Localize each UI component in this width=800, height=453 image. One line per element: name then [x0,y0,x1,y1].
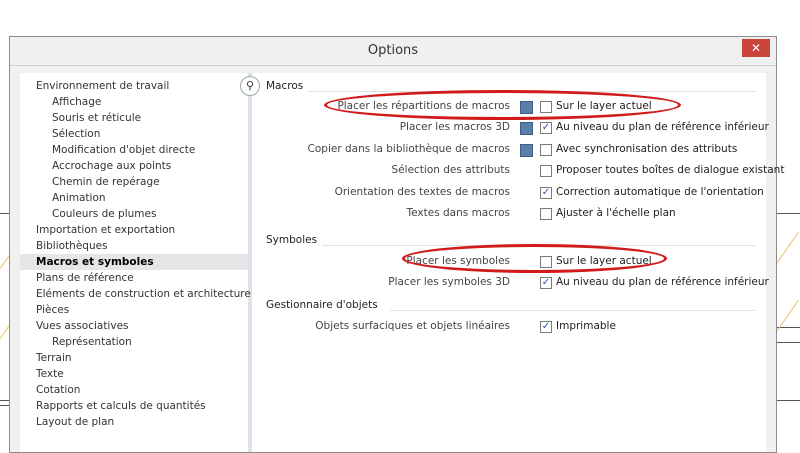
dialog-title: Options [367,43,419,58]
tree-item-plans[interactable]: Plans de référence [36,270,134,286]
checkbox-checked[interactable]: ✓ [540,321,552,333]
checkbox[interactable] [540,256,552,268]
tree-item-couleurs[interactable]: Couleurs de plumes [52,206,156,222]
background-line [0,213,9,214]
checkbox-label[interactable]: Sur le layer actuel [556,100,652,112]
checkbox[interactable] [540,208,552,220]
tree-item-accrochage[interactable]: Accrochage aux points [52,158,171,174]
checkbox-checked[interactable]: ✓ [540,277,552,289]
checkbox-label[interactable]: Au niveau du plan de référence inférieur [556,121,769,133]
tree-item-importation[interactable]: Importation et exportation [36,222,175,238]
background-line [777,327,800,328]
tree-item-vues[interactable]: Vues associatives [36,318,129,334]
tree-item-rapports[interactable]: Rapports et calculs de quantités [36,398,206,414]
tree-item-bibliotheques[interactable]: Bibliothèques [36,238,108,254]
background-line [777,400,800,401]
close-icon: ✕ [750,41,762,55]
info-icon[interactable] [520,122,533,135]
row-label: Placer les répartitions de macros [337,100,510,112]
settings-panel: Macros Placer les répartitions de macros… [256,73,784,452]
checkbox-label[interactable]: Correction automatique de l'orientation [556,186,764,198]
checkbox[interactable] [540,101,552,113]
tree-item-environnement[interactable]: Environnement de travail [36,78,169,94]
row-label: Sélection des attributs [391,164,510,176]
tree-item-modification[interactable]: Modification d'objet directe [52,142,195,158]
checkbox[interactable] [540,165,552,177]
tree-item-macros-symboles[interactable]: Macros et symboles [20,254,248,270]
tree-item-terrain[interactable]: Terrain [36,350,72,366]
background-line [777,213,800,214]
row-label: Textes dans macros [406,207,510,219]
options-dialog: Options ✕ Environnement de travail Affic… [9,36,784,453]
row-label: Copier dans la bibliothèque de macros [307,143,510,155]
section-divider [322,245,756,246]
section-divider [390,310,756,311]
tree-item-selection[interactable]: Sélection [52,126,100,142]
row-label: Placer les symboles 3D [388,276,510,288]
section-divider [308,91,756,92]
dialog-content: Environnement de travail Affichage Souri… [20,73,784,452]
checkbox-checked[interactable]: ✓ [540,122,552,134]
options-tree: Environnement de travail Affichage Souri… [20,73,252,452]
row-label: Placer les macros 3D [399,121,510,133]
section-title-symboles: Symboles [266,234,318,246]
checkbox-checked[interactable]: ✓ [540,187,552,199]
checkbox-label[interactable]: Avec synchronisation des attributs [556,143,737,155]
section-title-gestionnaire: Gestionnaire d'objets [266,299,378,311]
checkbox-label[interactable]: Proposer toutes boîtes de dialogue exist… [556,164,784,176]
close-button[interactable]: ✕ [742,39,770,57]
tree-item-elements[interactable]: Eléments de construction et architecture [36,286,251,302]
tree-item-pieces[interactable]: Pièces [36,302,69,318]
tree-item-chemin[interactable]: Chemin de repérage [52,174,160,190]
tree-item-animation[interactable]: Animation [52,190,106,206]
section-title-macros: Macros [266,80,304,92]
tree-item-souris[interactable]: Souris et réticule [52,110,141,126]
background-line [777,342,800,343]
tree-item-representation[interactable]: Représentation [52,334,132,350]
info-icon[interactable] [520,144,533,157]
tree-item-texte[interactable]: Texte [36,366,64,382]
row-label: Orientation des textes de macros [334,186,510,198]
tree-item-cotation[interactable]: Cotation [36,382,80,398]
checkbox-label[interactable]: Sur le layer actuel [556,255,652,267]
tree-item-layout[interactable]: Layout de plan [36,414,114,430]
row-label: Placer les symboles [406,255,510,267]
row-label: Objets surfaciques et objets linéaires [315,320,510,332]
info-icon[interactable] [520,101,533,114]
background-line [0,400,9,401]
checkbox-label[interactable]: Au niveau du plan de référence inférieur [556,276,769,288]
tree-item-affichage[interactable]: Affichage [52,94,101,110]
title-bar[interactable]: Options ✕ [10,37,776,66]
checkbox-label[interactable]: Imprimable [556,320,616,332]
checkbox[interactable] [540,144,552,156]
background-line [0,405,9,406]
checkbox-label[interactable]: Ajuster à l'échelle plan [556,207,676,219]
